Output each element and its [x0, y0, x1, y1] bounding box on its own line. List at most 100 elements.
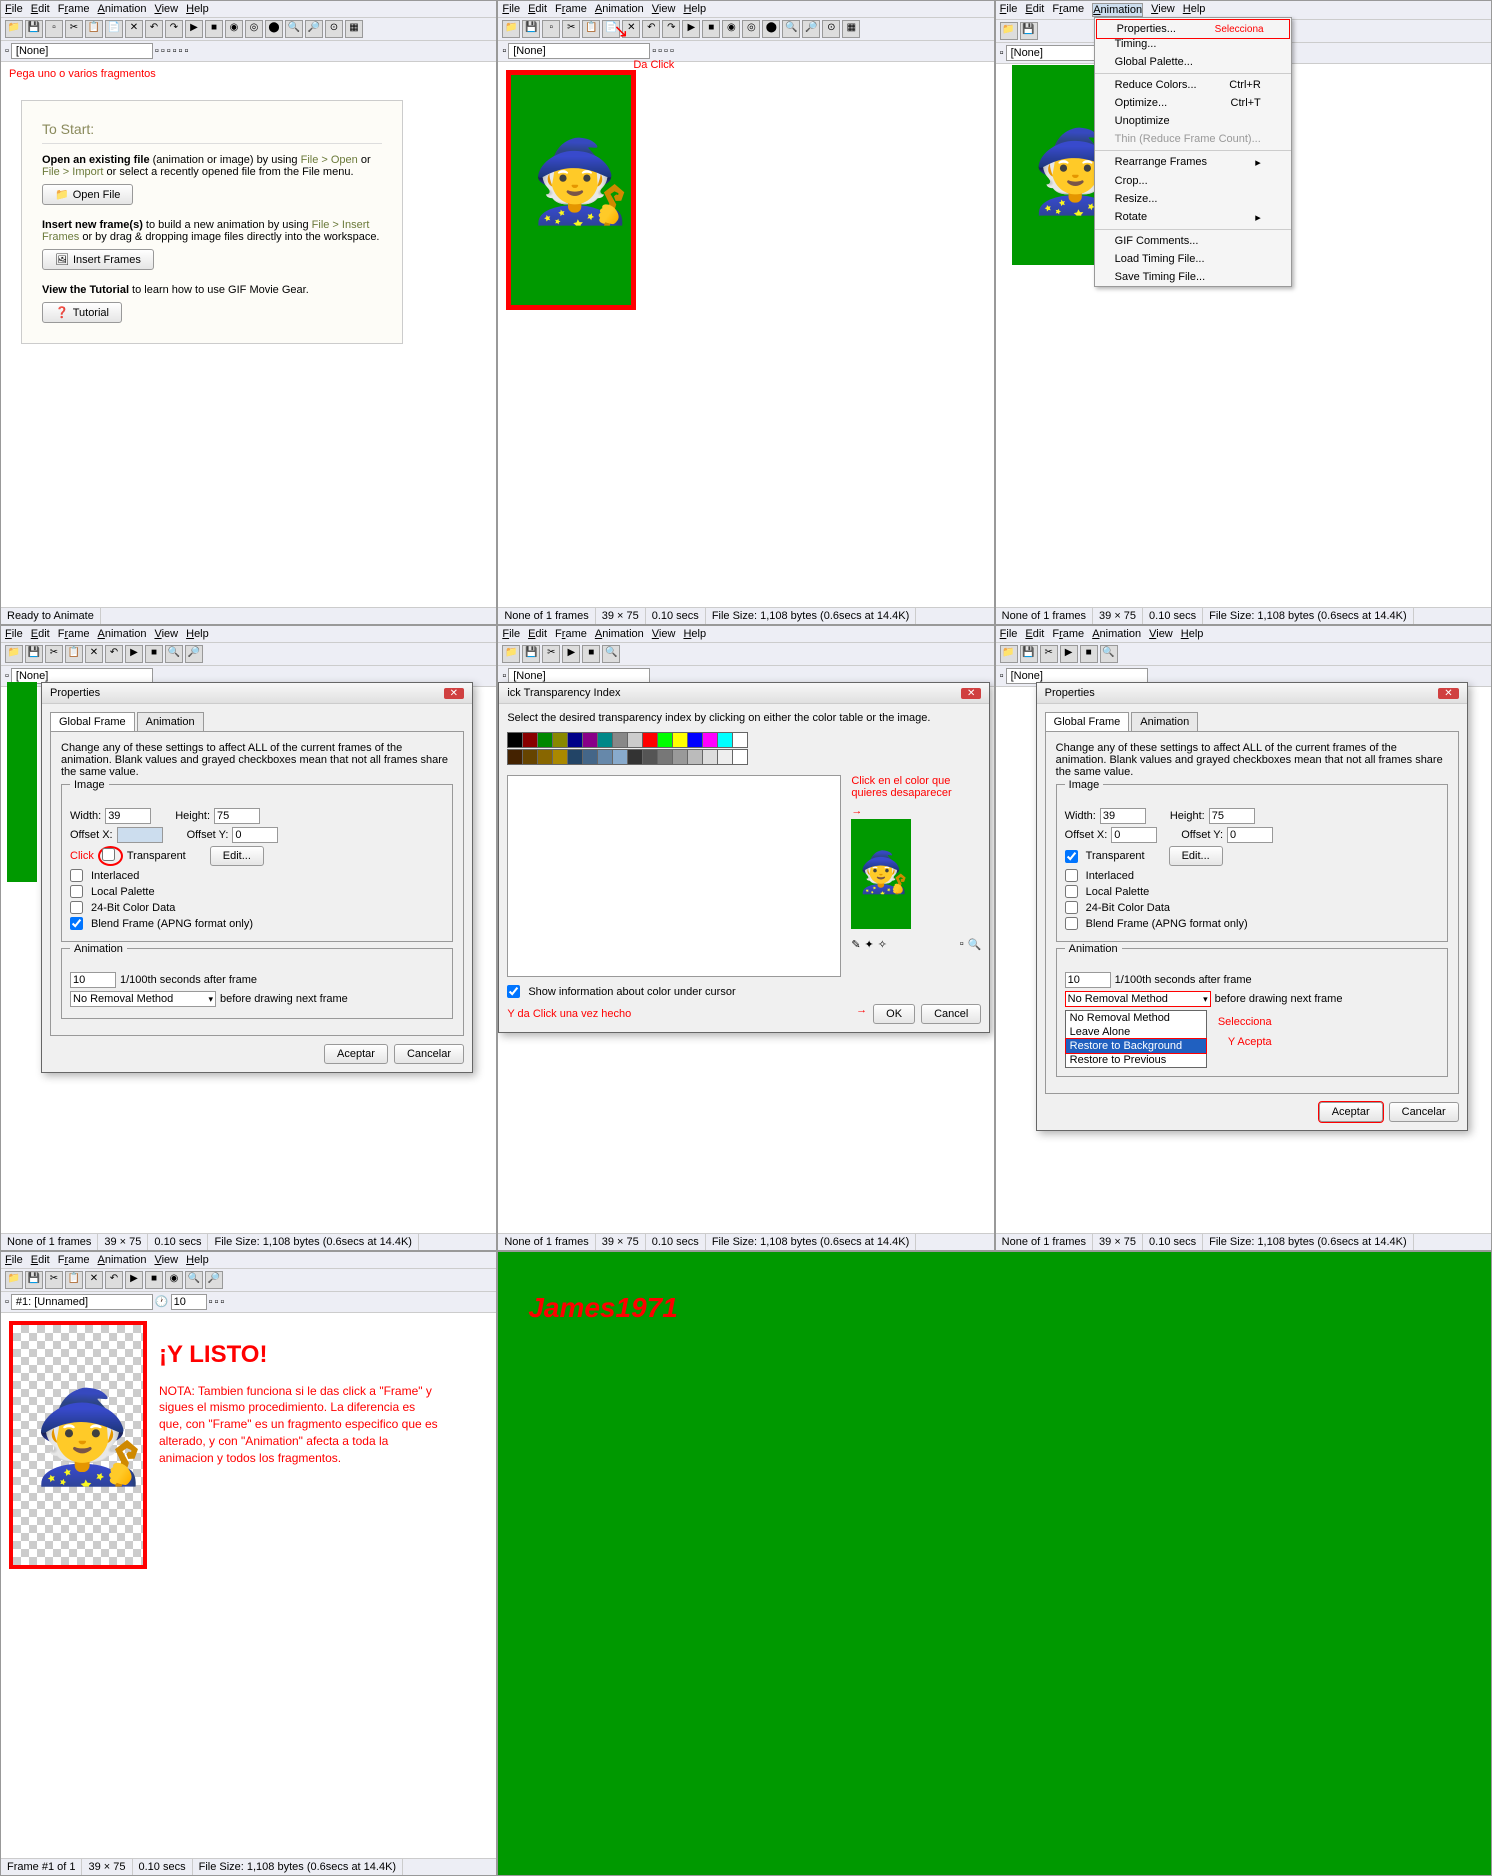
tb-icon[interactable]: ▫ [173, 45, 177, 57]
tb-icon[interactable]: ▫ [161, 45, 165, 57]
zoom-icon[interactable]: ▫ [960, 938, 964, 951]
cancel-button[interactable]: Cancelar [394, 1044, 464, 1064]
tb-icon[interactable]: ▫ [179, 45, 183, 57]
removal-select[interactable]: No Removal Method [70, 991, 216, 1007]
sprite-preview[interactable] [851, 819, 911, 929]
tb-open-icon[interactable]: 📁 [5, 20, 23, 38]
dd-option[interactable]: Leave Alone [1066, 1025, 1206, 1039]
mi-timing[interactable]: Timing... [1095, 35, 1291, 53]
close-icon[interactable]: ✕ [444, 688, 464, 699]
sprite-preview[interactable] [1012, 65, 1102, 265]
menu-animation-open[interactable]: Animation [1092, 3, 1143, 17]
clock-icon[interactable]: 🕐 [155, 1295, 169, 1308]
dd-option[interactable]: No Removal Method [1066, 1011, 1206, 1025]
tb-zoom1-icon[interactable]: ⊙ [325, 20, 343, 38]
sprite-preview[interactable]: 🧙 [9, 1321, 147, 1569]
blend-checkbox[interactable] [70, 917, 83, 930]
link-file-open[interactable]: File > Open [301, 154, 358, 166]
tb-icon[interactable]: ▫ [155, 45, 159, 57]
mi-crop[interactable]: Crop... [1095, 172, 1291, 190]
mi-optimize[interactable]: Optimize...Ctrl+T [1095, 94, 1291, 112]
mi-save-timing[interactable]: Save Timing File... [1095, 268, 1291, 286]
height-input[interactable] [1209, 808, 1255, 824]
menu-animation[interactable]: Animation [98, 3, 147, 15]
delay-input[interactable] [171, 1294, 207, 1310]
ok-button[interactable]: OK [873, 1004, 915, 1024]
blend-checkbox[interactable] [1065, 917, 1078, 930]
cancel-button[interactable]: Cancelar [1389, 1102, 1459, 1122]
insert-frames-button[interactable]: 🖼 Insert Frames [42, 249, 154, 270]
interlaced-checkbox[interactable] [70, 869, 83, 882]
tab-global-frame[interactable]: Global Frame [50, 712, 135, 731]
color-pick-area[interactable] [507, 775, 841, 977]
tab-global-frame[interactable]: Global Frame [1045, 712, 1130, 731]
offsety-input[interactable] [232, 827, 278, 843]
mi-global-palette[interactable]: Global Palette... [1095, 53, 1291, 71]
tool-icon[interactable]: ✦ [865, 938, 874, 951]
tb-icon[interactable]: ▫ [45, 20, 63, 38]
edit-button[interactable]: Edit... [210, 846, 264, 866]
tb-play-icon[interactable]: ▶ [185, 20, 203, 38]
mi-load-timing[interactable]: Load Timing File... [1095, 250, 1291, 268]
24bit-checkbox[interactable] [70, 901, 83, 914]
zoom-icon[interactable]: 🔍 [968, 938, 982, 951]
accept-button[interactable]: Aceptar [1319, 1102, 1383, 1122]
tutorial-button[interactable]: ❓ Tutorial [42, 302, 122, 323]
menu-edit[interactable]: Edit [31, 3, 50, 15]
mi-reduce-colors[interactable]: Reduce Colors...Ctrl+R [1095, 76, 1291, 94]
delay-input[interactable] [70, 972, 116, 988]
tb-icon[interactable]: ▦ [345, 20, 363, 38]
tb-zoomin-icon[interactable]: 🔍 [285, 20, 303, 38]
removal-select[interactable]: No Removal Method [1065, 991, 1211, 1007]
24bit-checkbox[interactable] [1065, 901, 1078, 914]
edit-button[interactable]: Edit... [1169, 846, 1223, 866]
transparent-checkbox[interactable] [1065, 850, 1078, 863]
tb-cut-icon[interactable]: ✂ [65, 20, 83, 38]
transparent-checkbox[interactable] [102, 848, 115, 861]
mi-resize[interactable]: Resize... [1095, 190, 1291, 208]
tb-paste-icon[interactable]: 📄 [105, 20, 123, 38]
frame-select[interactable]: #1: [Unnamed] [11, 1294, 153, 1310]
color-palette[interactable] [507, 732, 981, 765]
width-input[interactable] [1100, 808, 1146, 824]
open-file-button[interactable]: 📁 Open File [42, 184, 133, 205]
offsetx-input[interactable] [1111, 827, 1157, 843]
tb-redo-icon[interactable]: ↷ [165, 20, 183, 38]
tb-icon[interactable]: ▫ [167, 45, 171, 57]
sprite-preview[interactable] [506, 70, 636, 310]
offsety-input[interactable] [1227, 827, 1273, 843]
tb-delete-icon[interactable]: ✕ [125, 20, 143, 38]
menu-help[interactable]: Help [186, 3, 209, 15]
delay-input[interactable] [1065, 972, 1111, 988]
menu-view[interactable]: View [154, 3, 178, 15]
interlaced-checkbox[interactable] [1065, 869, 1078, 882]
tb-icon[interactable]: ▫ [184, 45, 188, 57]
link-file-import[interactable]: File > Import [42, 166, 103, 178]
frame-select[interactable]: [None] [11, 43, 153, 59]
tb-stop-icon[interactable]: ■ [205, 20, 223, 38]
width-input[interactable] [105, 808, 151, 824]
height-input[interactable] [214, 808, 260, 824]
menu-frame[interactable]: Frame [58, 3, 90, 15]
local-palette-checkbox[interactable] [1065, 885, 1078, 898]
tb-zoomout-icon[interactable]: 🔎 [305, 20, 323, 38]
tb-icon[interactable]: ⬤ [265, 20, 283, 38]
close-icon[interactable]: ✕ [961, 688, 981, 699]
local-palette-checkbox[interactable] [70, 885, 83, 898]
tb-undo-icon[interactable]: ↶ [145, 20, 163, 38]
close-icon[interactable]: ✕ [1438, 688, 1458, 699]
mi-unoptimize[interactable]: Unoptimize [1095, 112, 1291, 130]
show-info-checkbox[interactable] [507, 985, 520, 998]
tab-animation[interactable]: Animation [1131, 712, 1198, 731]
cancel-button[interactable]: Cancel [921, 1004, 981, 1024]
mi-rearrange[interactable]: Rearrange Frames▸ [1095, 153, 1291, 172]
tb-copy-icon[interactable]: 📋 [85, 20, 103, 38]
menu-file[interactable]: File [5, 3, 23, 15]
eyedropper-icon[interactable]: ✎ [851, 938, 860, 951]
tool-icon[interactable]: ✧ [878, 938, 887, 951]
tb-icon[interactable]: ▫ [5, 45, 9, 57]
tb-icon[interactable]: ◎ [245, 20, 263, 38]
mi-gif-comments[interactable]: GIF Comments... [1095, 232, 1291, 250]
offsetx-input[interactable] [117, 827, 163, 843]
accept-button[interactable]: Aceptar [324, 1044, 388, 1064]
